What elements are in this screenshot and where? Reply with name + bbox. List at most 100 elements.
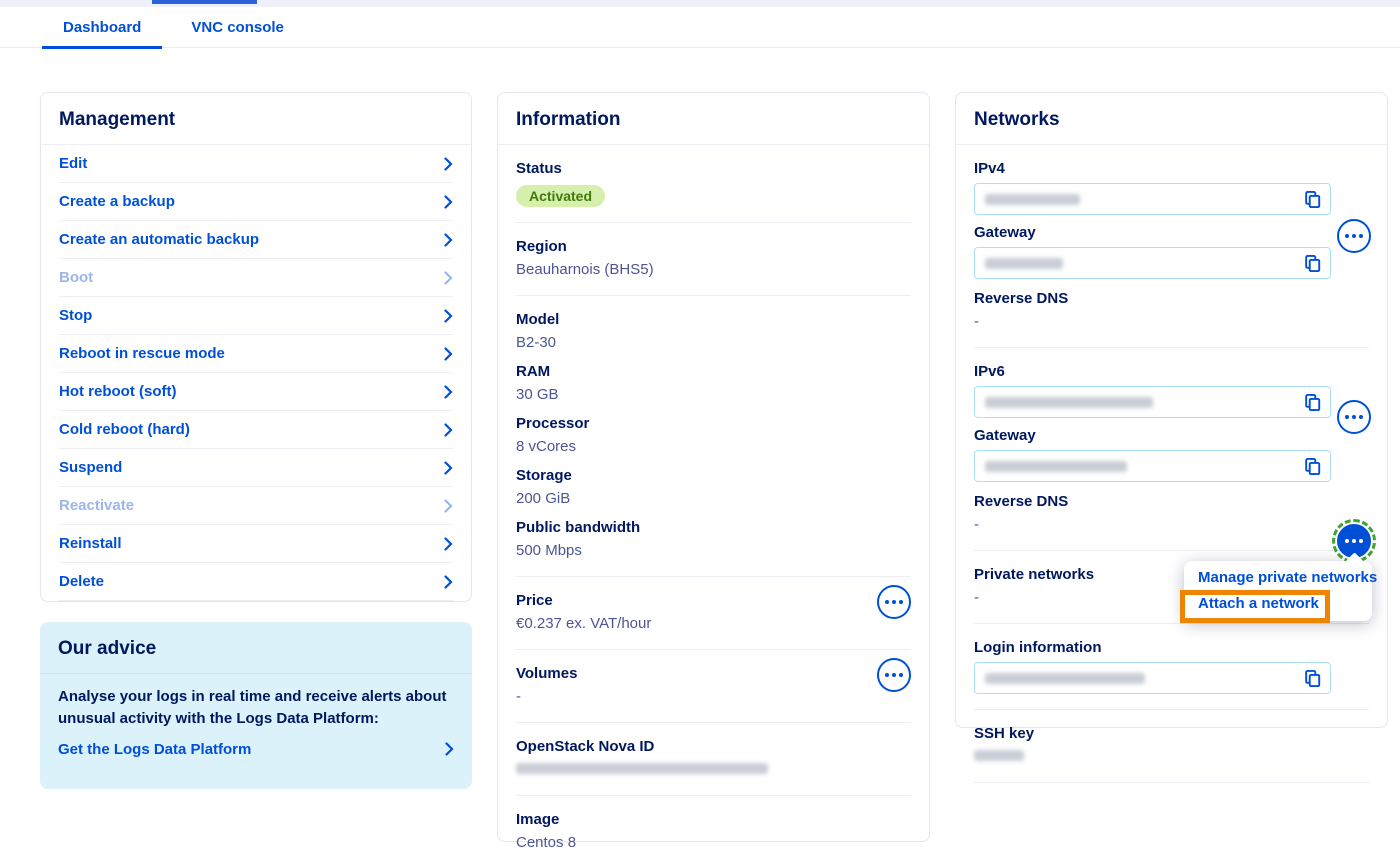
chevron-right-icon	[444, 499, 453, 513]
action-label: Reinstall	[59, 535, 122, 552]
copy-icon	[1303, 457, 1322, 476]
management-card-title: Management	[41, 93, 471, 145]
management-action-create-automatic-backup[interactable]: Create an automatic backup	[59, 221, 453, 259]
ipv4-gateway-input[interactable]	[974, 247, 1331, 279]
management-action-reinstall[interactable]: Reinstall	[59, 525, 453, 563]
chevron-right-icon	[444, 309, 453, 323]
management-action-delete[interactable]: Delete	[59, 563, 453, 601]
model-value: B2-30	[516, 333, 911, 353]
chevron-right-icon	[444, 347, 453, 361]
action-label: Reboot in rescue mode	[59, 345, 225, 362]
chevron-right-icon	[445, 742, 454, 756]
openstack-nova-id-label: OpenStack Nova ID	[516, 737, 911, 757]
status-label: Status	[516, 159, 911, 179]
action-label: Edit	[59, 155, 87, 172]
management-action-suspend[interactable]: Suspend	[59, 449, 453, 487]
action-label: Hot reboot (soft)	[59, 383, 176, 400]
redacted-value	[974, 750, 1024, 761]
tab-vnc-console[interactable]: VNC console	[170, 7, 305, 47]
ssh-key-group: SSH key	[974, 710, 1369, 783]
region-value: Beauharnois (BHS5)	[516, 260, 911, 280]
menu-item-attach-a-network[interactable]: Attach a network	[1184, 591, 1372, 617]
openstack-nova-id-group: OpenStack Nova ID	[516, 723, 911, 796]
chevron-right-icon	[444, 157, 453, 171]
ipv4-group: IPv4 Gateway Reverse DNS -	[974, 145, 1369, 348]
public-bandwidth-label: Public bandwidth	[516, 518, 911, 538]
image-label: Image	[516, 810, 911, 830]
action-label: Cold reboot (hard)	[59, 421, 190, 438]
status-badge: Activated	[516, 185, 605, 207]
redacted-value	[985, 194, 1080, 205]
chevron-right-icon	[444, 271, 453, 285]
top-strip	[0, 0, 1400, 7]
redacted-value	[985, 673, 1145, 684]
ipv4-label: IPv4	[974, 159, 1369, 179]
tab-dashboard[interactable]: Dashboard	[42, 7, 162, 47]
page: Dashboard VNC console Management Edit Cr…	[0, 0, 1400, 795]
reverse-dns-v6-value: -	[974, 515, 1369, 535]
copy-icon	[1303, 254, 1322, 273]
ipv4-input[interactable]	[974, 183, 1331, 215]
login-information-input[interactable]	[974, 662, 1331, 694]
ipv4-gateway-menu-button[interactable]	[1337, 219, 1371, 253]
volumes-menu-button[interactable]	[877, 658, 911, 692]
ipv6-group: IPv6 Gateway Reverse DNS -	[974, 348, 1369, 551]
ipv6-gateway-copy-button[interactable]	[1303, 457, 1322, 476]
management-action-reactivate: Reactivate	[59, 487, 453, 525]
volumes-group: Volumes -	[516, 650, 911, 723]
login-information-label: Login information	[974, 638, 1369, 658]
copy-icon	[1303, 669, 1322, 688]
ipv4-copy-button[interactable]	[1303, 190, 1322, 209]
storage-value: 200 GiB	[516, 489, 911, 509]
logs-data-platform-link-label: Get the Logs Data Platform	[58, 741, 251, 758]
ipv6-gateway-menu-button[interactable]	[1337, 400, 1371, 434]
chevron-right-icon	[444, 195, 453, 209]
menu-item-manage-private-networks[interactable]: Manage private networks	[1184, 565, 1372, 591]
ipv4-gateway-copy-button[interactable]	[1303, 254, 1322, 273]
logs-data-platform-link[interactable]: Get the Logs Data Platform	[58, 741, 454, 758]
action-label: Suspend	[59, 459, 122, 476]
volumes-label: Volumes	[516, 664, 911, 684]
ellipsis-icon	[1345, 415, 1363, 419]
chevron-right-icon	[444, 537, 453, 551]
our-advice-card: Our advice Analyse your logs in real tim…	[40, 622, 472, 789]
price-menu-button[interactable]	[877, 585, 911, 619]
management-action-hot-reboot[interactable]: Hot reboot (soft)	[59, 373, 453, 411]
management-action-boot: Boot	[59, 259, 453, 297]
redacted-value	[516, 763, 768, 774]
public-bandwidth-value: 500 Mbps	[516, 541, 911, 561]
ipv6-gateway-input[interactable]	[974, 450, 1331, 482]
action-label: Delete	[59, 573, 104, 590]
ram-label: RAM	[516, 362, 911, 382]
ellipsis-icon	[1345, 234, 1363, 238]
processor-value: 8 vCores	[516, 437, 911, 457]
management-action-cold-reboot[interactable]: Cold reboot (hard)	[59, 411, 453, 449]
management-action-edit[interactable]: Edit	[59, 145, 453, 183]
management-action-reboot-rescue-mode[interactable]: Reboot in rescue mode	[59, 335, 453, 373]
our-advice-text: Analyse your logs in real time and recei…	[58, 686, 454, 730]
chevron-right-icon	[444, 423, 453, 437]
action-label: Boot	[59, 269, 93, 286]
networks-card: Networks IPv4 Gateway Reverse DNS - IPv6	[955, 92, 1388, 728]
private-networks-menu-popup: Manage private networks Attach a network	[1184, 561, 1372, 621]
management-action-create-backup[interactable]: Create a backup	[59, 183, 453, 221]
ipv6-input[interactable]	[974, 386, 1331, 418]
action-label: Reactivate	[59, 497, 134, 514]
redacted-value	[985, 461, 1127, 472]
login-information-copy-button[interactable]	[1303, 669, 1322, 688]
networks-card-title: Networks	[956, 93, 1387, 145]
management-action-stop[interactable]: Stop	[59, 297, 453, 335]
chevron-right-icon	[444, 385, 453, 399]
ipv6-copy-button[interactable]	[1303, 393, 1322, 412]
ipv4-gateway-label: Gateway	[974, 223, 1369, 243]
model-label: Model	[516, 310, 911, 330]
tab-dashboard-label: Dashboard	[63, 19, 141, 36]
ssh-key-label: SSH key	[974, 724, 1369, 744]
chevron-right-icon	[444, 233, 453, 247]
top-tab-indicator-fragment	[152, 0, 257, 4]
tab-bar: Dashboard VNC console	[0, 7, 1400, 48]
processor-label: Processor	[516, 414, 911, 434]
redacted-value	[985, 397, 1153, 408]
ipv6-label: IPv6	[974, 362, 1369, 382]
price-value: €0.237 ex. VAT/hour	[516, 614, 911, 634]
